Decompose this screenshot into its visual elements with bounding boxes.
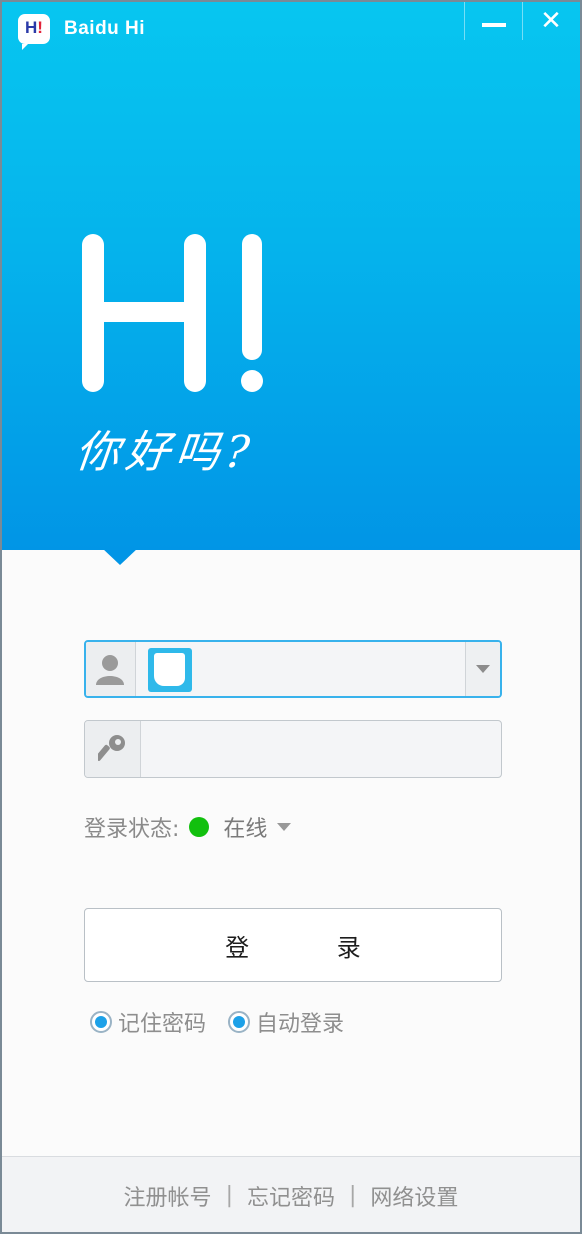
status-chevron-down-icon[interactable] [277,823,292,831]
network-settings-link[interactable]: 网络设置 [370,1180,458,1212]
hero-pointer-arrow [102,548,138,565]
account-dropdown-button[interactable] [464,642,500,696]
baidu-hi-logo-icon: H! [18,14,50,50]
footer-separator: | [349,1183,357,1208]
user-icon [86,642,136,696]
online-status-icon [189,817,210,837]
register-account-link[interactable]: 注册帐号 [124,1180,212,1212]
remember-password-option[interactable]: 记住密码 [90,1006,206,1038]
status-label: 登录状态: [84,817,180,842]
remember-password-radio[interactable] [90,1011,112,1033]
avatar [147,648,192,692]
close-icon: ✕ [540,6,562,36]
footer-separator: | [225,1183,233,1208]
hi-logo-graphic [82,234,263,392]
title-bar[interactable]: H! Baidu Hi ✕ [2,2,580,56]
key-icon [85,721,141,777]
password-field[interactable] [84,720,502,778]
password-input[interactable] [141,721,501,777]
footer-links: 注册帐号 | 忘记密码 | 网络设置 [2,1156,580,1232]
login-window: H! Baidu Hi ✕ 你好吗? 登录状态: 在线 登 录 记住密码 自动登… [0,0,582,1234]
status-selector[interactable]: 在线 [223,811,267,843]
login-status-row: 登录状态: 在线 [84,810,292,844]
forgot-password-link[interactable]: 忘记密码 [247,1180,335,1212]
auto-login-label: 自动登录 [256,1012,345,1037]
minimize-button[interactable] [464,2,522,40]
remember-password-label: 记住密码 [118,1012,207,1037]
hero-banner: H! Baidu Hi ✕ 你好吗? [2,2,580,550]
greeting-text: 你好吗? [72,427,258,478]
logo-exclamation: ! [37,18,43,37]
close-button[interactable]: ✕ [522,2,580,40]
login-options: 记住密码 自动登录 [90,1006,366,1038]
login-button[interactable]: 登 录 [84,908,502,982]
account-field[interactable] [84,640,502,698]
window-title: Baidu Hi [64,18,146,39]
auto-login-radio[interactable] [228,1011,251,1033]
logo-letter: H [25,18,38,37]
auto-login-option[interactable]: 自动登录 [228,1006,344,1038]
account-input[interactable] [191,642,465,696]
chevron-down-icon [475,665,490,673]
minimize-icon [481,23,506,27]
